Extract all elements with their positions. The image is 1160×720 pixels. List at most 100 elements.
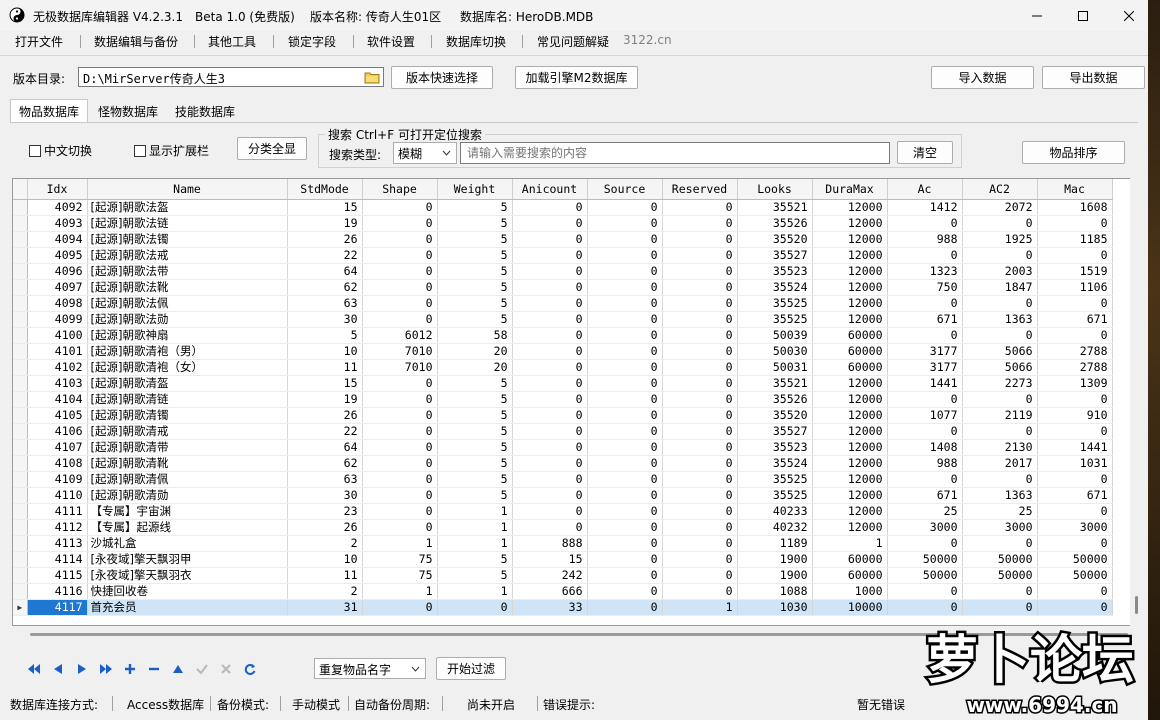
row-indicator[interactable] xyxy=(13,407,28,424)
table-cell[interactable]: 0 xyxy=(887,247,963,264)
table-cell[interactable]: 7010 xyxy=(362,343,438,360)
table-cell[interactable]: 19 xyxy=(287,215,363,232)
table-row[interactable]: 4107 [起源]朝歌清带 64 0 5 0 0 0 35523 12000 1408 2130 144… xyxy=(13,439,1113,456)
table-cell[interactable]: 【专属】起源线 xyxy=(87,519,288,536)
table-cell[interactable]: 35526 xyxy=(737,391,813,408)
table-cell[interactable]: 4100 xyxy=(27,327,88,344)
table-row[interactable]: 4110 [起源]朝歌清勋 30 0 5 0 0 0 35525 12000 671 1363 671 xyxy=(13,487,1113,504)
table-cell[interactable]: 0 xyxy=(1037,391,1113,408)
table-cell[interactable]: 【专属】宇宙渊 xyxy=(87,503,288,520)
table-cell[interactable]: 2017 xyxy=(962,455,1038,472)
table-cell[interactable]: 0 xyxy=(512,423,588,440)
table-cell[interactable]: 0 xyxy=(362,391,438,408)
table-cell[interactable]: [起源]朝歌法靴 xyxy=(87,279,288,296)
table-cell[interactable]: 64 xyxy=(287,439,363,456)
table-cell[interactable]: 0 xyxy=(362,487,438,504)
table-cell[interactable]: 1900 xyxy=(737,551,813,568)
table-cell[interactable]: [起源]朝歌法盔 xyxy=(87,199,288,216)
table-cell[interactable]: 0 xyxy=(662,471,738,488)
row-indicator[interactable] xyxy=(13,583,28,600)
table-cell[interactable]: 0 xyxy=(362,599,438,616)
table-cell[interactable]: 首充会员 xyxy=(87,599,288,616)
table-cell[interactable]: 1847 xyxy=(962,279,1038,296)
table-cell[interactable]: 20 xyxy=(437,359,513,376)
table-cell[interactable]: 242 xyxy=(512,567,588,584)
table-cell[interactable]: 0 xyxy=(512,263,588,280)
table-cell[interactable]: 4111 xyxy=(27,503,88,520)
table-cell[interactable]: 0 xyxy=(662,375,738,392)
row-indicator[interactable] xyxy=(13,391,28,408)
search-type-select[interactable]: 模糊 xyxy=(393,142,457,164)
table-cell[interactable]: 1185 xyxy=(1037,231,1113,248)
table-cell[interactable]: 1 xyxy=(362,535,438,552)
row-indicator[interactable] xyxy=(13,247,28,264)
row-indicator[interactable] xyxy=(13,263,28,280)
category-all-button[interactable]: 分类全显 xyxy=(237,137,307,160)
table-cell[interactable]: 4098 xyxy=(27,295,88,312)
next-record-icon[interactable] xyxy=(70,659,94,679)
table-cell[interactable]: 5 xyxy=(437,423,513,440)
table-cell[interactable]: 26 xyxy=(287,407,363,424)
table-cell[interactable]: 0 xyxy=(662,391,738,408)
last-record-icon[interactable] xyxy=(94,659,118,679)
table-cell[interactable]: 0 xyxy=(1037,535,1113,552)
table-cell[interactable]: 4104 xyxy=(27,391,88,408)
table-cell[interactable]: 0 xyxy=(512,439,588,456)
table-cell[interactable]: 1 xyxy=(437,535,513,552)
table-cell[interactable]: 0 xyxy=(962,471,1038,488)
table-cell[interactable]: 26 xyxy=(287,519,363,536)
column-header[interactable]: Reserved xyxy=(662,179,738,200)
column-header[interactable]: Looks xyxy=(737,179,813,200)
column-header[interactable]: Weight xyxy=(437,179,513,200)
menu-lock-fields[interactable]: 锁定字段 xyxy=(288,33,336,50)
table-cell[interactable]: 0 xyxy=(1037,295,1113,312)
table-cell[interactable]: 0 xyxy=(662,311,738,328)
table-cell[interactable]: 5 xyxy=(437,391,513,408)
table-cell[interactable]: 0 xyxy=(662,583,738,600)
table-cell[interactable]: 4094 xyxy=(27,231,88,248)
table-cell[interactable]: 1 xyxy=(437,583,513,600)
table-cell[interactable]: [起源]朝歌法佩 xyxy=(87,295,288,312)
table-cell[interactable]: 0 xyxy=(512,487,588,504)
table-cell[interactable]: 1412 xyxy=(887,199,963,216)
table-cell[interactable]: 0 xyxy=(362,375,438,392)
table-cell[interactable]: 22 xyxy=(287,247,363,264)
row-indicator[interactable] xyxy=(13,311,28,328)
table-cell[interactable]: 50030 xyxy=(737,343,813,360)
table-cell[interactable]: 35525 xyxy=(737,295,813,312)
column-header[interactable]: AC2 xyxy=(962,179,1038,200)
table-cell[interactable]: 1900 xyxy=(737,567,813,584)
table-cell[interactable]: 50000 xyxy=(962,551,1038,568)
table-row[interactable]: 4109 [起源]朝歌清佩 63 0 5 0 0 0 35525 12000 0 0 0 xyxy=(13,471,1113,488)
table-cell[interactable]: 12000 xyxy=(812,279,888,296)
first-record-icon[interactable] xyxy=(22,659,46,679)
table-cell[interactable]: 0 xyxy=(1037,247,1113,264)
table-cell[interactable]: 2003 xyxy=(962,263,1038,280)
table-cell[interactable]: 0 xyxy=(662,327,738,344)
table-cell[interactable]: 50000 xyxy=(1037,551,1113,568)
table-cell[interactable]: 1608 xyxy=(1037,199,1113,216)
table-cell[interactable]: 35525 xyxy=(737,311,813,328)
table-cell[interactable]: 5 xyxy=(437,247,513,264)
table-cell[interactable]: 50039 xyxy=(737,327,813,344)
table-cell[interactable]: 988 xyxy=(887,231,963,248)
table-cell[interactable]: 5 xyxy=(437,263,513,280)
menu-open-file[interactable]: 打开文件 xyxy=(15,33,63,50)
table-cell[interactable]: 12000 xyxy=(812,247,888,264)
table-cell[interactable]: 25 xyxy=(887,503,963,520)
table-cell[interactable]: 35520 xyxy=(737,407,813,424)
table-cell[interactable]: 33 xyxy=(512,599,588,616)
row-indicator[interactable] xyxy=(13,231,28,248)
row-indicator[interactable] xyxy=(13,471,28,488)
table-cell[interactable]: 3000 xyxy=(962,519,1038,536)
table-row[interactable]: 4106 [起源]朝歌清戒 22 0 5 0 0 0 35527 12000 0 0 0 xyxy=(13,423,1113,440)
table-cell[interactable]: 0 xyxy=(512,391,588,408)
table-cell[interactable]: 12000 xyxy=(812,407,888,424)
table-row[interactable]: 4113 沙城礼盒 2 1 1 888 0 0 1189 1 0 0 0 xyxy=(13,535,1113,552)
table-cell[interactable]: 10 xyxy=(287,343,363,360)
table-cell[interactable]: 0 xyxy=(512,375,588,392)
table-cell[interactable]: 1106 xyxy=(1037,279,1113,296)
table-cell[interactable]: 1189 xyxy=(737,535,813,552)
table-cell[interactable]: 50000 xyxy=(887,567,963,584)
table-cell[interactable]: 15 xyxy=(287,375,363,392)
